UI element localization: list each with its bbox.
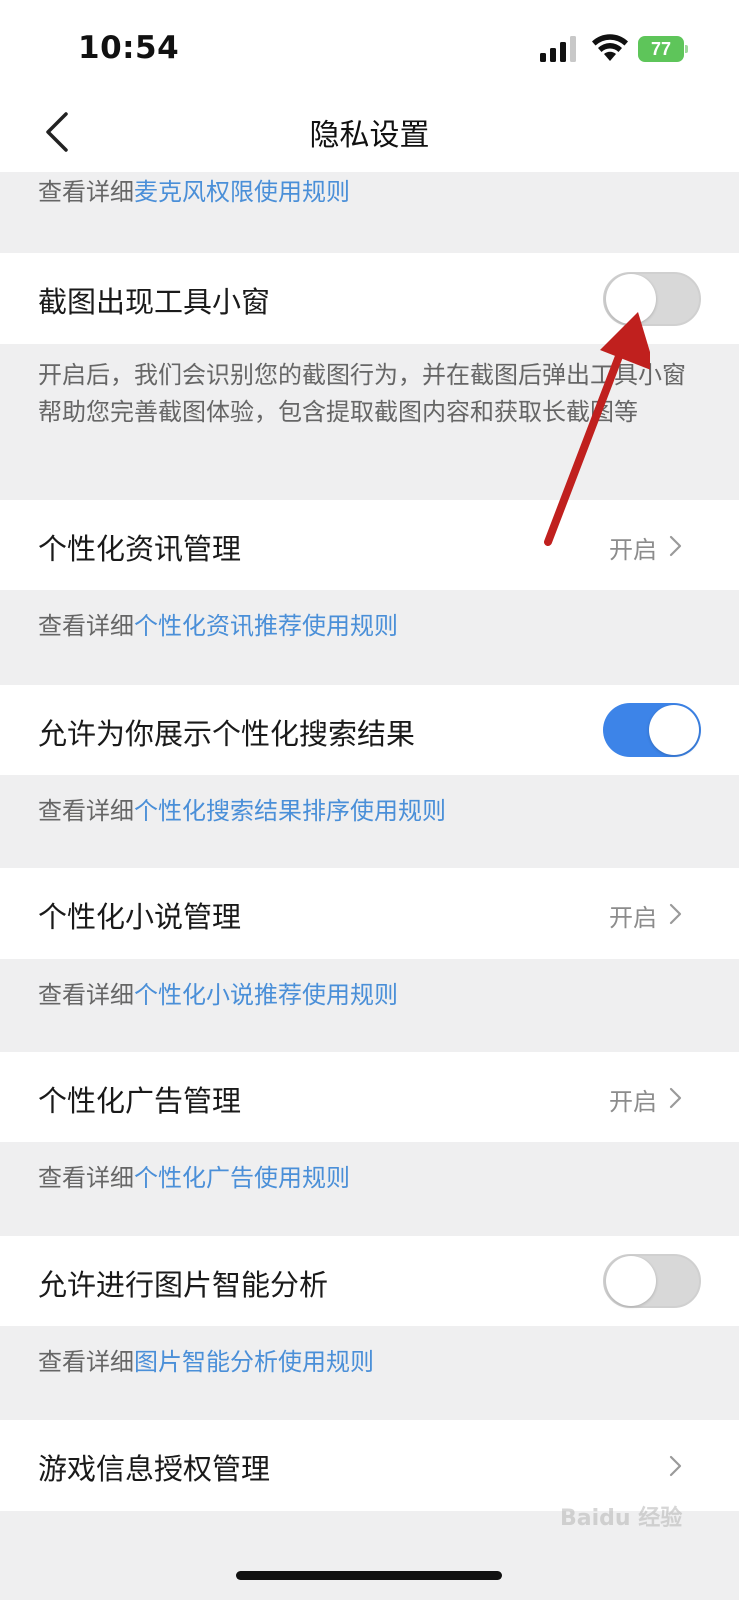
setting-row-personal-novel[interactable]: 个性化小说管理 开启 xyxy=(0,868,739,959)
setting-value: 开启 xyxy=(609,1088,657,1116)
status-time: 10:54 xyxy=(78,30,180,66)
status-bar: 10:54 77 xyxy=(0,0,739,92)
navigation-bar: 隐私设置 xyxy=(0,92,739,172)
battery-level: 77 xyxy=(638,36,684,62)
setting-row-game-info[interactable]: 游戏信息授权管理 xyxy=(0,1420,739,1511)
mic-permission-desc: 查看详细麦克风权限使用规则 xyxy=(38,178,350,206)
personal-news-desc: 查看详细个性化资讯推荐使用规则 xyxy=(38,612,398,640)
setting-row-personal-ads[interactable]: 个性化广告管理 开启 xyxy=(0,1052,739,1142)
personal-search-rules-link[interactable]: 个性化搜索结果排序使用规则 xyxy=(134,797,446,825)
page-title: 隐私设置 xyxy=(309,118,430,153)
setting-label: 允许为你展示个性化搜索结果 xyxy=(38,717,416,751)
setting-row-personal-search: 允许为你展示个性化搜索结果 xyxy=(0,685,739,775)
chevron-right-icon xyxy=(669,903,682,925)
chevron-right-icon xyxy=(669,535,682,557)
baidu-watermark: Baidu 经验 xyxy=(560,1506,683,1531)
image-analysis-desc: 查看详细图片智能分析使用规则 xyxy=(38,1348,374,1376)
battery-icon: 77 xyxy=(638,36,688,62)
chevron-right-icon xyxy=(669,1455,682,1477)
annotation-arrow-icon xyxy=(544,312,650,546)
wifi-icon xyxy=(592,34,628,61)
image-analysis-rules-link[interactable]: 图片智能分析使用规则 xyxy=(134,1348,374,1376)
personal-ads-desc: 查看详细个性化广告使用规则 xyxy=(38,1164,350,1192)
cellular-signal-icon xyxy=(540,36,576,62)
toggle-knob xyxy=(649,705,699,755)
personal-search-desc: 查看详细个性化搜索结果排序使用规则 xyxy=(38,797,446,825)
setting-label: 个性化资讯管理 xyxy=(38,532,242,566)
mic-permission-rules-link[interactable]: 麦克风权限使用规则 xyxy=(134,178,350,206)
personal-ads-rules-link[interactable]: 个性化广告使用规则 xyxy=(134,1164,350,1192)
setting-label: 截图出现工具小窗 xyxy=(38,285,271,319)
personal-novel-rules-link[interactable]: 个性化小说推荐使用规则 xyxy=(134,981,398,1009)
personal-news-rules-link[interactable]: 个性化资讯推荐使用规则 xyxy=(134,612,398,640)
setting-value: 开启 xyxy=(609,904,657,932)
setting-label: 允许进行图片智能分析 xyxy=(38,1268,329,1302)
chevron-right-icon xyxy=(669,1087,682,1109)
image-analysis-toggle[interactable] xyxy=(603,1254,701,1308)
setting-label: 个性化小说管理 xyxy=(38,900,242,934)
setting-row-image-analysis: 允许进行图片智能分析 xyxy=(0,1236,739,1326)
setting-label: 个性化广告管理 xyxy=(38,1084,242,1118)
personal-novel-desc: 查看详细个性化小说推荐使用规则 xyxy=(38,981,398,1009)
home-indicator[interactable] xyxy=(236,1571,502,1580)
toggle-knob xyxy=(606,1256,656,1306)
setting-label: 游戏信息授权管理 xyxy=(38,1452,271,1486)
personal-search-toggle[interactable] xyxy=(603,703,701,757)
